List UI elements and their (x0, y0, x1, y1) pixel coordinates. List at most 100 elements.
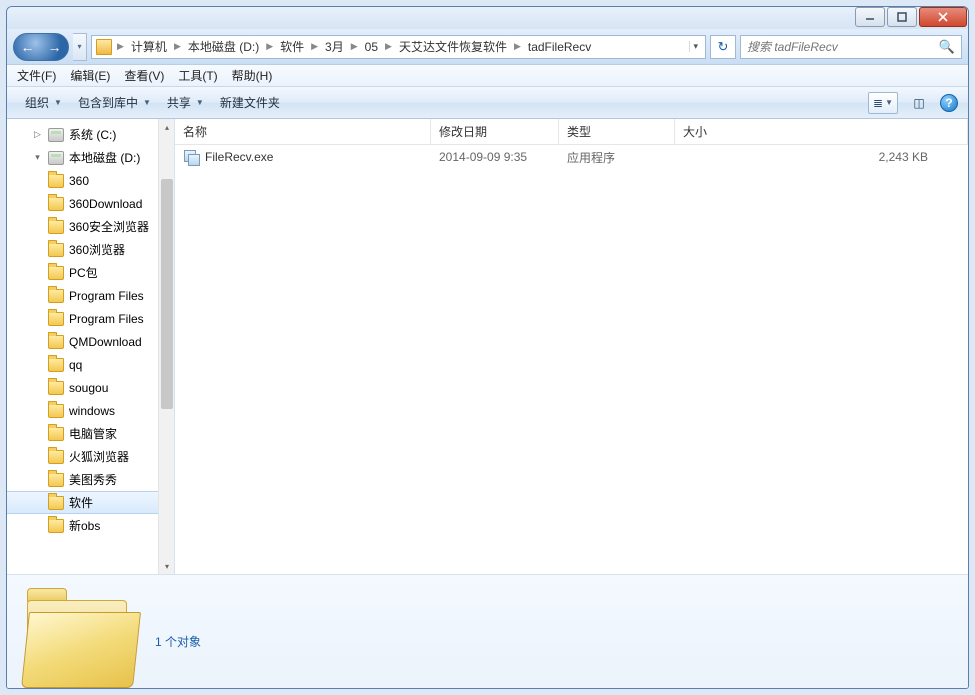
maximize-button[interactable] (887, 7, 917, 27)
search-icon[interactable]: 🔍 (939, 39, 955, 55)
column-name[interactable]: 名称 (175, 119, 431, 144)
file-date: 2014-09-09 9:35 (431, 150, 559, 164)
drive-icon (48, 151, 64, 165)
refresh-button[interactable]: ↻ (710, 35, 736, 59)
tree-item-folder[interactable]: Program Files (7, 284, 174, 307)
scroll-down-icon[interactable]: ▾ (159, 558, 175, 574)
tree-item-folder[interactable]: 360浏览器 (7, 238, 174, 261)
folder-icon (48, 312, 64, 326)
address-bar-row: ← → ▾ ▶ 计算机 ▶ 本地磁盘 (D:) ▶ 软件 ▶ 3月 ▶ 05 ▶… (7, 29, 968, 65)
chevron-down-icon: ▼ (143, 98, 151, 107)
tree-item-folder[interactable]: 360Download (7, 192, 174, 215)
tree-label: 360 (69, 174, 89, 188)
menu-edit[interactable]: 编辑(E) (70, 67, 110, 84)
menu-file[interactable]: 文件(F) (17, 67, 56, 84)
breadcrumb-item[interactable]: tadFileRecv (526, 40, 593, 54)
preview-pane-button[interactable]: ◫ (904, 92, 934, 114)
toolbar-share[interactable]: 共享▼ (159, 87, 212, 119)
tree-label: windows (69, 404, 115, 418)
file-row[interactable]: FileRecv.exe 2014-09-09 9:35 应用程序 2,243 … (175, 145, 968, 167)
breadcrumb-item[interactable]: 天艾达文件恢复软件 (397, 38, 509, 55)
folder-icon (48, 220, 64, 234)
view-mode-button[interactable]: ≣ ▼ (868, 92, 898, 114)
tree-label: 电脑管家 (69, 425, 117, 442)
details-summary: 1 个对象 (155, 633, 201, 650)
tree-item-folder[interactable]: 美图秀秀 (7, 468, 174, 491)
sidebar-scrollbar[interactable]: ▴ ▾ (158, 119, 174, 574)
column-type[interactable]: 类型 (559, 119, 675, 144)
menubar: 文件(F) 编辑(E) 查看(V) 工具(T) 帮助(H) (7, 65, 968, 87)
exe-icon (183, 149, 199, 165)
file-size: 2,243 KB (675, 150, 968, 164)
tree-label: 360Download (69, 197, 142, 211)
tree-label: Program Files (69, 312, 144, 326)
help-icon[interactable]: ? (940, 94, 958, 112)
tree-item-folder[interactable]: 火狐浏览器 (7, 445, 174, 468)
tree-item-folder[interactable]: windows (7, 399, 174, 422)
chevron-right-icon: ▶ (263, 41, 276, 52)
chevron-down-icon: ▼ (54, 98, 62, 107)
menu-help[interactable]: 帮助(H) (232, 67, 273, 84)
file-list: 名称 修改日期 类型 大小 FileRecv.exe 2014-09-09 9:… (175, 119, 968, 574)
forward-button[interactable]: → (43, 35, 67, 59)
tree-label: 360浏览器 (69, 241, 125, 258)
tree-label: 360安全浏览器 (69, 218, 149, 235)
toolbar-newfolder[interactable]: 新建文件夹 (212, 87, 288, 119)
expand-icon[interactable]: ▷ (32, 129, 43, 140)
folder-icon (48, 243, 64, 257)
breadcrumb-item[interactable]: 05 (363, 40, 380, 54)
menu-view[interactable]: 查看(V) (124, 67, 164, 84)
tree-item-folder[interactable]: sougou (7, 376, 174, 399)
explorer-window: ← → ▾ ▶ 计算机 ▶ 本地磁盘 (D:) ▶ 软件 ▶ 3月 ▶ 05 ▶… (6, 6, 969, 689)
breadcrumb[interactable]: ▶ 计算机 ▶ 本地磁盘 (D:) ▶ 软件 ▶ 3月 ▶ 05 ▶ 天艾达文件… (91, 35, 706, 59)
minimize-button[interactable] (855, 7, 885, 27)
search-box[interactable]: 🔍 (740, 35, 962, 59)
tree-item-folder[interactable]: Program Files (7, 307, 174, 330)
scroll-thumb[interactable] (161, 179, 173, 409)
close-button[interactable] (919, 7, 967, 27)
tree-label: 软件 (69, 494, 93, 511)
chevron-right-icon: ▶ (308, 41, 321, 52)
toolbar-organize[interactable]: 组织 ▼ (17, 87, 70, 119)
nav-history-dropdown[interactable]: ▾ (73, 33, 87, 61)
breadcrumb-dropdown[interactable]: ▾ (689, 41, 701, 52)
tree-item-folder[interactable]: 软件 (7, 491, 174, 514)
toolbar-right: ≣ ▼ ◫ ? (868, 92, 958, 114)
column-date[interactable]: 修改日期 (431, 119, 559, 144)
tree-item-folder[interactable]: QMDownload (7, 330, 174, 353)
breadcrumb-item[interactable]: 软件 (278, 38, 306, 55)
tree-item-folder[interactable]: qq (7, 353, 174, 376)
toolbar-include[interactable]: 包含到库中▼ (70, 87, 159, 119)
toolbar-organize-label: 组织 (25, 94, 49, 111)
folder-icon (48, 266, 64, 280)
tree-item-folder[interactable]: PC包 (7, 261, 174, 284)
breadcrumb-item[interactable]: 本地磁盘 (D:) (186, 38, 261, 55)
file-name: FileRecv.exe (205, 150, 273, 164)
tree-item-system-c[interactable]: ▷ 系统 (C:) (7, 123, 174, 146)
file-type: 应用程序 (559, 149, 675, 166)
tree-item-folder[interactable]: 360安全浏览器 (7, 215, 174, 238)
collapse-icon[interactable]: ▾ (32, 152, 43, 163)
menu-tools[interactable]: 工具(T) (178, 67, 217, 84)
column-size[interactable]: 大小 (675, 119, 968, 144)
search-input[interactable] (747, 40, 937, 54)
nav-buttons: ← → (13, 33, 69, 61)
tree-item-local-d[interactable]: ▾ 本地磁盘 (D:) (7, 146, 174, 169)
breadcrumb-item[interactable]: 3月 (323, 38, 346, 55)
tree-item-folder[interactable]: 新obs (7, 514, 174, 537)
tree-item-folder[interactable]: 360 (7, 169, 174, 192)
tree-item-folder[interactable]: 电脑管家 (7, 422, 174, 445)
drive-icon (48, 128, 64, 142)
toolbar-share-label: 共享 (167, 94, 191, 111)
toolbar: 组织▼ 包含到库中▼ 共享▼ 新建文件夹 ≣ ▼ ◫ ? (7, 87, 968, 119)
folder-icon (48, 496, 64, 510)
folder-icon (48, 381, 64, 395)
titlebar (7, 7, 968, 29)
back-button[interactable]: ← (16, 35, 40, 59)
tree-label: sougou (69, 381, 108, 395)
folder-icon (48, 519, 64, 533)
scroll-up-icon[interactable]: ▴ (159, 119, 175, 135)
breadcrumb-item[interactable]: 计算机 (129, 38, 169, 55)
folder-icon (48, 404, 64, 418)
folder-large-icon (21, 586, 141, 689)
